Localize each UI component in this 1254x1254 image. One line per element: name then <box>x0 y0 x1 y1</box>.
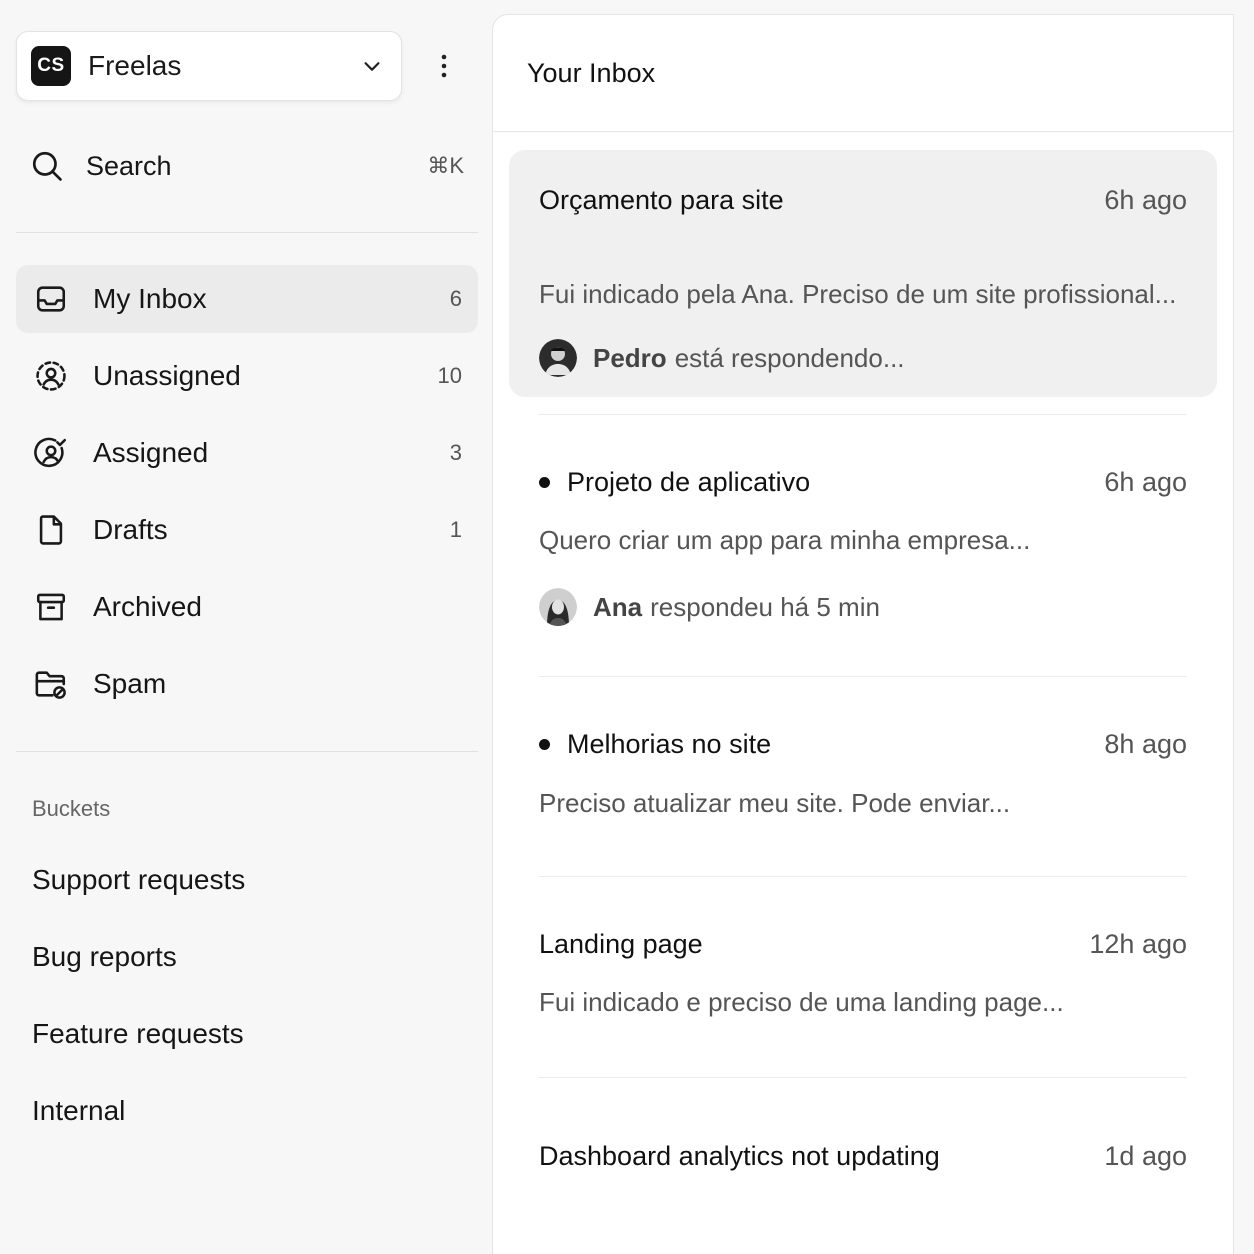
activity-status: está respondendo... <box>674 342 905 373</box>
nav-item-label: My Inbox <box>93 283 207 314</box>
conversation-time: 6h ago <box>1104 185 1187 215</box>
sidebar: CS Freelas Search ⌘K My Inbox 6 Unassign… <box>0 0 492 1254</box>
activity-user-name: Pedro <box>593 342 667 373</box>
nav-item-label: Drafts <box>93 514 168 545</box>
conversation-subject-text: Melhorias no site <box>567 729 772 759</box>
nav-item-label: Archived <box>93 591 202 622</box>
user-dashed-circle-icon <box>34 359 68 393</box>
search-button[interactable]: Search ⌘K <box>16 134 478 198</box>
nav-item-unassigned[interactable]: Unassigned 10 <box>16 342 478 410</box>
nav-item-spam[interactable]: Spam <box>16 650 478 718</box>
nav-item-archived[interactable]: Archived <box>16 573 478 641</box>
conversation-item[interactable]: Melhorias no site 8h ago Preciso atualiz… <box>493 677 1235 877</box>
search-shortcut: ⌘K <box>427 153 464 178</box>
buckets-list: Support requests Bug reports Feature req… <box>32 858 245 1166</box>
conversation-item[interactable]: Landing page 12h ago Fui indicado e prec… <box>493 877 1235 1077</box>
conversation-item[interactable]: Projeto de aplicativo 6h ago Quero criar… <box>493 415 1235 675</box>
bucket-item-bug-reports[interactable]: Bug reports <box>32 935 245 1012</box>
nav-item-count: 3 <box>449 440 462 465</box>
more-options-button[interactable] <box>428 48 460 84</box>
workspace-logo: CS <box>31 46 71 86</box>
nav-item-assigned[interactable]: Assigned 3 <box>16 419 478 487</box>
search-icon <box>32 151 62 181</box>
nav-item-label: Unassigned <box>93 360 241 391</box>
bucket-item-feature-requests[interactable]: Feature requests <box>32 1012 245 1089</box>
conversation-subject: Orçamento para site <box>539 185 784 215</box>
workspace-switcher[interactable]: CS Freelas <box>16 31 402 101</box>
conversation-time: 8h ago <box>1104 729 1187 759</box>
conversation-preview: Fui indicado e preciso de uma landing pa… <box>539 987 1064 1017</box>
avatar <box>539 339 577 377</box>
conversation-subject: Projeto de aplicativo <box>539 467 1104 498</box>
conversation-item[interactable]: Dashboard analytics not updating 1d ago <box>493 1078 1235 1254</box>
user-check-circle-icon <box>34 436 68 470</box>
conversation-time: 12h ago <box>1089 929 1187 959</box>
chevron-down-icon <box>364 62 380 71</box>
nav-item-label: Assigned <box>93 437 209 468</box>
conversation-preview: Fui indicado pela Ana. Preciso de um sit… <box>539 279 1177 309</box>
nav-item-count: 6 <box>449 286 462 311</box>
bucket-item-support-requests[interactable]: Support requests <box>32 858 245 935</box>
avatar <box>539 588 577 626</box>
conversation-time: 6h ago <box>1104 467 1187 497</box>
nav-item-drafts[interactable]: Drafts 1 <box>16 496 478 564</box>
nav-item-count: 10 <box>437 363 462 388</box>
workspace-name: Freelas <box>88 50 182 81</box>
archive-icon <box>34 590 68 624</box>
nav-item-label: Spam <box>93 668 167 699</box>
conversation-subject-text: Projeto de aplicativo <box>567 467 811 497</box>
activity-user-name: Ana <box>593 591 643 622</box>
conversation-preview: Preciso atualizar meu site. Pode enviar.… <box>539 788 1011 818</box>
divider <box>16 751 478 752</box>
file-icon <box>34 513 68 547</box>
inbox-panel: Your Inbox Orçamento para site 6h ago Fu… <box>492 14 1234 1254</box>
page-title: Your Inbox <box>527 57 656 88</box>
app-window: CS Freelas Search ⌘K My Inbox 6 Unassign… <box>0 0 1254 1254</box>
inbox-header: Your Inbox <box>493 15 1233 132</box>
conversation-activity: Ana respondeu há 5 min <box>539 588 880 626</box>
conversation-time: 1d ago <box>1104 1141 1187 1171</box>
bucket-item-internal[interactable]: Internal <box>32 1089 245 1166</box>
folder-blocked-icon <box>34 667 68 701</box>
unread-dot-icon <box>539 739 550 750</box>
search-label: Search <box>86 150 172 181</box>
buckets-heading: Buckets <box>32 796 111 821</box>
conversation-subject: Melhorias no site <box>539 729 1104 760</box>
nav-item-my-inbox[interactable]: My Inbox 6 <box>16 265 478 333</box>
activity-status: respondeu há 5 min <box>650 591 880 622</box>
mailbox-nav: My Inbox 6 Unassigned 10 Assigned 3 Draf… <box>16 265 478 727</box>
conversation-preview: Quero criar um app para minha empresa... <box>539 525 1031 555</box>
inbox-icon <box>34 282 68 316</box>
conversation-activity: Pedro está respondendo... <box>539 339 905 377</box>
nav-item-count: 1 <box>449 517 462 542</box>
conversation-subject: Dashboard analytics not updating <box>539 1141 940 1171</box>
unread-dot-icon <box>539 477 550 488</box>
more-vertical-icon <box>441 54 447 78</box>
conversation-subject: Landing page <box>539 929 703 959</box>
divider <box>16 232 478 233</box>
